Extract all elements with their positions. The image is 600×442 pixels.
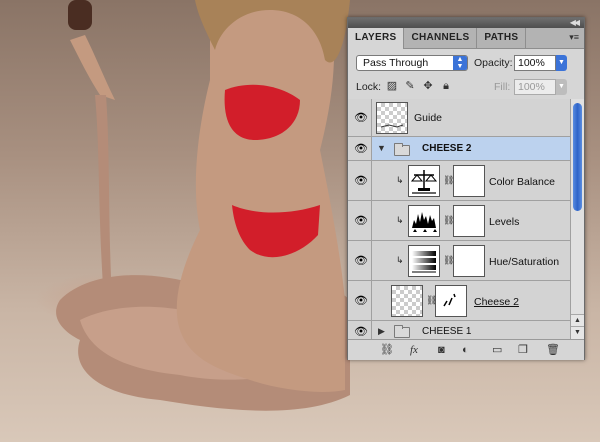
clipping-arrow-icon: ↳ <box>396 215 404 225</box>
expand-triangle-icon[interactable]: ▼ <box>377 143 386 153</box>
delete-layer-icon[interactable]: 🗑︎ <box>546 344 560 356</box>
scroll-thumb[interactable] <box>573 103 582 211</box>
color-balance-icon <box>410 170 438 194</box>
panel-tabs: LAYERS CHANNELS PATHS ▾≡ <box>348 28 584 49</box>
layer-style-fx-icon[interactable]: fx <box>410 344 418 356</box>
visibility-toggle[interactable]: 👁︎ <box>348 241 372 280</box>
eye-icon: 👁︎ <box>354 214 368 227</box>
eye-icon: 👁︎ <box>354 174 368 187</box>
layer-name[interactable]: Color Balance <box>489 176 555 188</box>
guide-thumb-graphic <box>380 124 404 128</box>
tab-channels[interactable]: CHANNELS <box>404 28 478 48</box>
opacity-dropdown-icon[interactable]: ▼ <box>556 55 567 71</box>
layer-mask-thumbnail[interactable] <box>435 285 467 317</box>
layer-row-cheese-2[interactable]: 👁︎ ⛓ Cheese 2 <box>348 281 570 321</box>
new-layer-icon[interactable]: ❐ <box>518 344 528 356</box>
layer-mask-thumbnail[interactable] <box>453 165 485 197</box>
opacity-label: Opacity: <box>474 57 513 69</box>
panel-title-bar[interactable]: ◀◀ <box>348 18 584 28</box>
layer-name[interactable]: Hue/Saturation <box>489 256 559 268</box>
tab-paths[interactable]: PATHS <box>477 28 527 48</box>
lock-position-icon[interactable]: ✥ <box>422 80 434 92</box>
visibility-toggle[interactable]: 👁︎ <box>348 99 372 136</box>
visibility-toggle[interactable]: 👁︎ <box>348 137 372 160</box>
blend-mode-value: Pass Through <box>363 57 429 69</box>
folder-icon <box>394 143 410 156</box>
lock-all-icon[interactable]: 🔒︎ <box>440 80 452 92</box>
adjustment-thumbnail <box>408 205 440 237</box>
collapsed-triangle-icon[interactable]: ▶ <box>378 326 385 337</box>
eye-icon: 👁︎ <box>354 142 368 155</box>
visibility-toggle[interactable]: 👁︎ <box>348 321 372 339</box>
fill-dropdown-icon[interactable]: ▼ <box>556 79 567 95</box>
clipping-arrow-icon: ↳ <box>396 175 404 185</box>
fill-input[interactable]: 100% <box>514 79 556 95</box>
layer-name[interactable]: Cheese 2 <box>474 296 519 308</box>
tab-layers[interactable]: LAYERS <box>348 28 405 49</box>
hue-saturation-icon <box>412 251 436 273</box>
select-arrows-icon: ▲ ▼ <box>453 56 467 70</box>
layer-row-color-balance[interactable]: 👁︎ ↳ ⛓ Color Balance <box>348 161 570 201</box>
lock-transparency-icon[interactable]: ▨ <box>386 80 398 92</box>
layers-bottom-toolbar: ⛓ fx ◙ ◐ ▭ ❐ 🗑︎ <box>348 339 584 360</box>
layers-panel: ◀◀ LAYERS CHANNELS PATHS ▾≡ Pass Through… <box>347 17 585 360</box>
lock-label: Lock: <box>356 81 382 93</box>
adjustment-thumbnail <box>408 245 440 277</box>
eye-icon: 👁︎ <box>354 325 368 338</box>
adjustment-thumbnail <box>408 165 440 197</box>
lock-row: Lock: ▨ ✎ ✥ 🔒︎ Fill: 100% ▼ <box>348 73 584 100</box>
scroll-down-arrow-icon[interactable]: ▼ <box>571 326 584 339</box>
new-adjustment-layer-icon[interactable]: ◐ <box>462 344 469 356</box>
eye-icon: 👁︎ <box>354 294 368 307</box>
fill-label: Fill: <box>494 81 511 93</box>
layers-scrollbar[interactable]: ▲ ▼ <box>570 99 584 339</box>
layer-name[interactable]: Guide <box>414 112 442 124</box>
layer-row-levels[interactable]: 👁︎ ↳ ⛓ Levels <box>348 201 570 241</box>
layer-row-guide[interactable]: 👁︎ Guide <box>348 99 570 137</box>
layer-thumbnail <box>376 102 408 134</box>
eye-icon: 👁︎ <box>354 111 368 124</box>
clipping-arrow-icon: ↳ <box>396 255 404 265</box>
link-layers-icon[interactable]: ⛓ <box>380 344 394 356</box>
mask-strokes-graphic <box>443 293 456 307</box>
folder-icon <box>394 325 410 338</box>
opacity-input[interactable]: 100% <box>514 55 556 71</box>
add-mask-icon[interactable]: ◙ <box>438 344 445 356</box>
layer-mask-thumbnail[interactable] <box>453 245 485 277</box>
layer-name[interactable]: CHEESE 2 <box>422 143 471 154</box>
visibility-toggle[interactable]: 👁︎ <box>348 201 372 240</box>
layer-name[interactable]: CHEESE 1 <box>422 326 471 337</box>
collapse-panel-icon[interactable]: ◀◀ <box>570 18 580 28</box>
lock-image-pixels-icon[interactable]: ✎ <box>404 80 416 92</box>
layer-row-hue-saturation[interactable]: 👁︎ ↳ ⛓ Hue/Saturation <box>348 241 570 281</box>
panel-menu-icon[interactable]: ▾≡ <box>569 33 579 42</box>
visibility-toggle[interactable]: 👁︎ <box>348 281 372 320</box>
layer-mask-thumbnail[interactable] <box>453 205 485 237</box>
visibility-toggle[interactable]: 👁︎ <box>348 161 372 200</box>
layer-thumbnail <box>391 285 423 317</box>
layer-row-group-cheese-1[interactable]: 👁︎ ▶ CHEESE 1 <box>348 321 570 339</box>
layer-name[interactable]: Levels <box>489 216 519 228</box>
eye-icon: 👁︎ <box>354 254 368 267</box>
layer-row-group-cheese-2[interactable]: 👁︎ ▼ CHEESE 2 <box>348 137 570 161</box>
levels-icon <box>412 212 437 232</box>
new-group-icon[interactable]: ▭ <box>492 344 502 356</box>
layers-list: 👁︎ Guide 👁︎ ▼ CHEESE 2 👁︎ ↳ ⛓ Color Bala… <box>348 99 570 339</box>
blend-mode-select[interactable]: Pass Through ▲ ▼ <box>356 55 468 71</box>
blend-row: Pass Through ▲ ▼ Opacity: 100% ▼ <box>348 49 584 73</box>
